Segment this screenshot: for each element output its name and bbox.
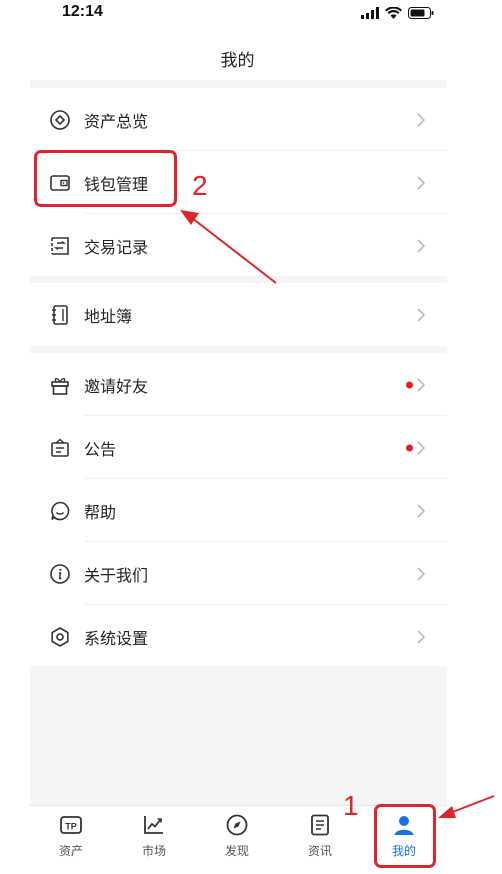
menu-item-label: 公告	[84, 439, 117, 459]
page-title: 我的	[220, 51, 255, 71]
status-icons	[361, 7, 434, 19]
notification-dot	[406, 381, 413, 388]
compass-icon	[226, 814, 248, 836]
address-book-icon	[48, 303, 72, 327]
chevron-right-icon	[417, 175, 426, 190]
mine-tab-highlight-box	[374, 804, 436, 868]
menu-item-label: 交易记录	[84, 237, 149, 257]
settings-icon	[48, 625, 72, 649]
tab-label: 资产	[58, 844, 83, 858]
gift-icon	[48, 373, 72, 397]
tab-label: 市场	[141, 844, 166, 858]
menu-item-label: 邀请好友	[84, 376, 149, 396]
transaction-record-icon	[48, 234, 72, 258]
announcement-icon	[48, 436, 72, 460]
svg-text:TP: TP	[65, 822, 77, 832]
menu-item-announcement[interactable]: 公告	[30, 416, 447, 479]
menu-item-label: 关于我们	[84, 565, 149, 585]
chevron-right-icon	[417, 566, 426, 581]
tp-wallet-icon: TP	[60, 816, 82, 834]
chevron-right-icon	[417, 307, 426, 322]
status-bar: 12:14	[0, 0, 502, 28]
menu-item-label: 帮助	[84, 502, 117, 522]
menu-group-more: 邀请好友 公告 帮助 关于我们 系统设置	[30, 353, 447, 666]
annotation-step-1: 1	[343, 790, 359, 821]
info-icon	[48, 562, 72, 586]
tab-market[interactable]: 市场	[124, 812, 184, 862]
menu-item-about-us[interactable]: 关于我们	[30, 542, 447, 605]
menu-item-label: 系统设置	[84, 628, 149, 648]
tab-discover[interactable]: 发现	[207, 812, 267, 862]
wallet-highlight-box	[34, 150, 177, 207]
tab-label: 发现	[224, 844, 249, 858]
market-chart-icon	[144, 816, 163, 834]
notification-dot	[406, 444, 413, 451]
chevron-right-icon	[417, 503, 426, 518]
menu-item-invite-friends[interactable]: 邀请好友	[30, 353, 447, 416]
menu-item-address-book[interactable]: 地址簿	[30, 283, 447, 346]
tab-assets[interactable]: TP 资产	[41, 812, 101, 862]
menu-item-label: 资产总览	[84, 111, 149, 131]
wifi-icon	[385, 7, 402, 19]
news-icon	[311, 814, 329, 836]
annotation-step-2: 2	[192, 170, 208, 201]
menu-item-help[interactable]: 帮助	[30, 479, 447, 542]
chevron-right-icon	[417, 440, 426, 455]
help-icon	[48, 499, 72, 523]
menu-group-address: 地址簿	[30, 283, 447, 346]
menu-item-asset-overview[interactable]: 资产总览	[30, 88, 447, 151]
chevron-right-icon	[417, 377, 426, 392]
chevron-right-icon	[417, 629, 426, 644]
battery-icon	[408, 7, 434, 19]
tab-news[interactable]: 资讯	[290, 812, 350, 862]
tab-label: 资讯	[307, 844, 332, 858]
asset-overview-icon	[48, 108, 72, 132]
chevron-right-icon	[417, 112, 426, 127]
signal-icon	[361, 7, 379, 19]
menu-item-system-settings[interactable]: 系统设置	[30, 605, 447, 668]
status-time: 12:14	[62, 3, 103, 20]
menu-item-transaction-record[interactable]: 交易记录	[30, 214, 447, 277]
chevron-right-icon	[417, 238, 426, 253]
menu-item-label: 地址簿	[84, 306, 133, 326]
